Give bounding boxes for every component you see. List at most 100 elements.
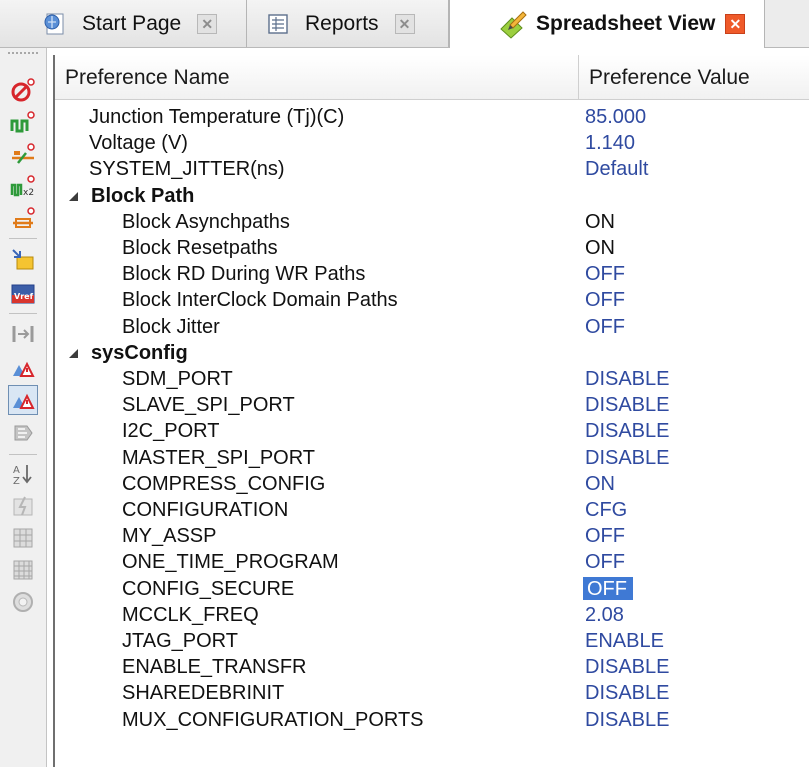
preference-value[interactable]: DISABLE [585,707,669,733]
preference-name: SLAVE_SPI_PORT [122,394,295,417]
preference-row[interactable]: CONFIG_SECURE OFF [55,576,809,602]
preference-row[interactable]: ONE_TIME_PROGRAM OFF [55,549,809,575]
preference-value-selected[interactable]: OFF [583,576,633,600]
preference-name: MUX_CONFIGURATION_PORTS [122,708,424,731]
preference-value[interactable]: DISABLE [585,392,669,418]
group-row[interactable]: Block Path [55,183,809,209]
svg-text:x2: x2 [23,188,34,198]
tab-start-page[interactable]: Start Page ✕ [0,0,247,47]
clock-no-icon[interactable] [9,76,37,104]
preference-value[interactable]: 1.140 [585,130,635,156]
preference-value[interactable]: DISABLE [585,418,669,444]
preference-name: SDM_PORT [122,368,233,390]
clock-skew-icon[interactable] [9,204,37,232]
preference-name: ONE_TIME_PROGRAM [122,551,339,574]
preference-value[interactable]: DISABLE [585,445,669,471]
lightning-disabled-icon[interactable] [9,492,37,520]
preference-value[interactable]: 2.08 [585,602,624,628]
preference-value[interactable]: OFF [585,287,625,313]
preference-value[interactable]: ON [585,471,615,497]
preference-row[interactable]: CONFIGURATION CFG [55,497,809,523]
preference-row[interactable]: Block Resetpaths ON [55,235,809,261]
preference-row[interactable]: SLAVE_SPI_PORT DISABLE [55,392,809,418]
warning-triangle-pressed-icon[interactable] [8,385,38,415]
preference-name: Block RD During WR Paths [122,263,366,286]
preference-value[interactable]: ON [585,235,615,261]
toolbar-separator [9,454,37,455]
preference-name: MY_ASSP [122,525,217,548]
preference-value[interactable]: Default [585,156,648,182]
preference-value[interactable]: ENABLE [585,628,664,654]
preference-row[interactable]: I2C_PORT DISABLE [55,418,809,444]
expand-collapse-icon[interactable] [69,191,78,201]
preference-value[interactable]: OFF [585,549,625,575]
preference-name: Voltage (V) [89,132,188,155]
close-icon[interactable]: ✕ [725,14,746,34]
preference-value[interactable]: 85.000 [585,104,646,130]
group-row[interactable]: sysConfig [55,340,809,366]
preference-row[interactable]: JTAG_PORT ENABLE [55,628,809,654]
close-icon[interactable]: ✕ [394,13,415,34]
preference-row[interactable]: Voltage (V) 1.140 [55,130,809,156]
import-icon[interactable] [9,246,37,274]
tab-reports[interactable]: Reports ✕ [247,0,449,47]
circle-disabled-icon[interactable] [9,588,37,616]
preference-name: MASTER_SPI_PORT [122,446,316,469]
preference-name: SHAREDEBRINIT [122,682,285,705]
preference-row[interactable]: ENABLE_TRANSFR DISABLE [55,654,809,680]
preference-value[interactable]: ON [585,209,615,235]
column-header-preference-value[interactable]: Preference Value [589,55,750,99]
preference-value[interactable]: DISABLE [585,654,669,680]
preference-name: I2C_PORT [122,420,220,443]
preference-name: CONFIG_SECURE [122,577,295,600]
preference-name: Block Resetpaths [122,237,278,259]
preference-row[interactable]: Block Asynchpaths ON [55,209,809,235]
column-divider[interactable] [578,55,579,99]
preference-name: COMPRESS_CONFIG [122,472,326,495]
preference-value[interactable]: OFF [585,523,625,549]
preference-value[interactable]: DISABLE [585,366,669,392]
grid2-disabled-icon[interactable] [9,556,37,584]
tab-label: Reports [305,11,379,35]
preference-row[interactable]: COMPRESS_CONFIG ON [55,471,809,497]
sort-az-icon[interactable]: AZ [9,460,37,488]
preference-row[interactable]: SHAREDEBRINIT DISABLE [55,680,809,706]
preference-value[interactable]: CFG [585,497,627,523]
tab-label: Start Page [82,11,182,35]
multicycle-wave-icon[interactable]: x2 [9,172,37,200]
preference-name: CONFIGURATION [122,499,289,521]
group-label: Block Path [91,184,195,207]
tab-spreadsheet-view[interactable]: Spreadsheet View ✕ [449,0,765,48]
preference-value[interactable]: OFF [585,314,625,340]
preference-row[interactable]: SYSTEM_JITTER(ns) Default [55,156,809,182]
preference-value[interactable]: OFF [585,261,625,287]
block-icon[interactable] [9,320,37,348]
group-label: sysConfig [91,341,188,364]
pulse-wave-icon[interactable] [9,108,37,136]
preference-row[interactable]: MASTER_SPI_PORT DISABLE [55,445,809,471]
grid-header: Preference Name Preference Value [55,55,809,100]
vref-icon[interactable]: Vref [9,280,37,308]
expand-collapse-icon[interactable] [69,348,78,358]
preference-value[interactable]: DISABLE [585,680,669,706]
preference-row[interactable]: Block Jitter OFF [55,314,809,340]
column-header-preference-name[interactable]: Preference Name [65,55,230,99]
preference-row[interactable]: SDM_PORT DISABLE [55,366,809,392]
preference-row[interactable]: Junction Temperature (Tj)(C) 85.000 [55,104,809,130]
svg-text:Z: Z [13,476,20,487]
grid-disabled-icon[interactable] [9,524,37,552]
chip-icon[interactable] [9,420,37,448]
preference-row[interactable]: MUX_CONFIGURATION_PORTS DISABLE [55,707,809,733]
reports-icon [268,13,288,34]
clock-path-icon[interactable] [9,140,37,168]
close-icon[interactable]: ✕ [197,13,218,34]
preference-row[interactable]: Block RD During WR Paths OFF [55,261,809,287]
svg-text:A: A [13,465,20,476]
spreadsheet-pencil-icon [500,11,527,39]
preference-row[interactable]: Block InterClock Domain Paths OFF [55,287,809,313]
toolbar-grip[interactable] [8,52,38,57]
warning-triangle-icon[interactable] [9,354,37,382]
preference-row[interactable]: MY_ASSP OFF [55,523,809,549]
preference-name: SYSTEM_JITTER(ns) [89,158,285,181]
preference-row[interactable]: MCCLK_FREQ 2.08 [55,602,809,628]
